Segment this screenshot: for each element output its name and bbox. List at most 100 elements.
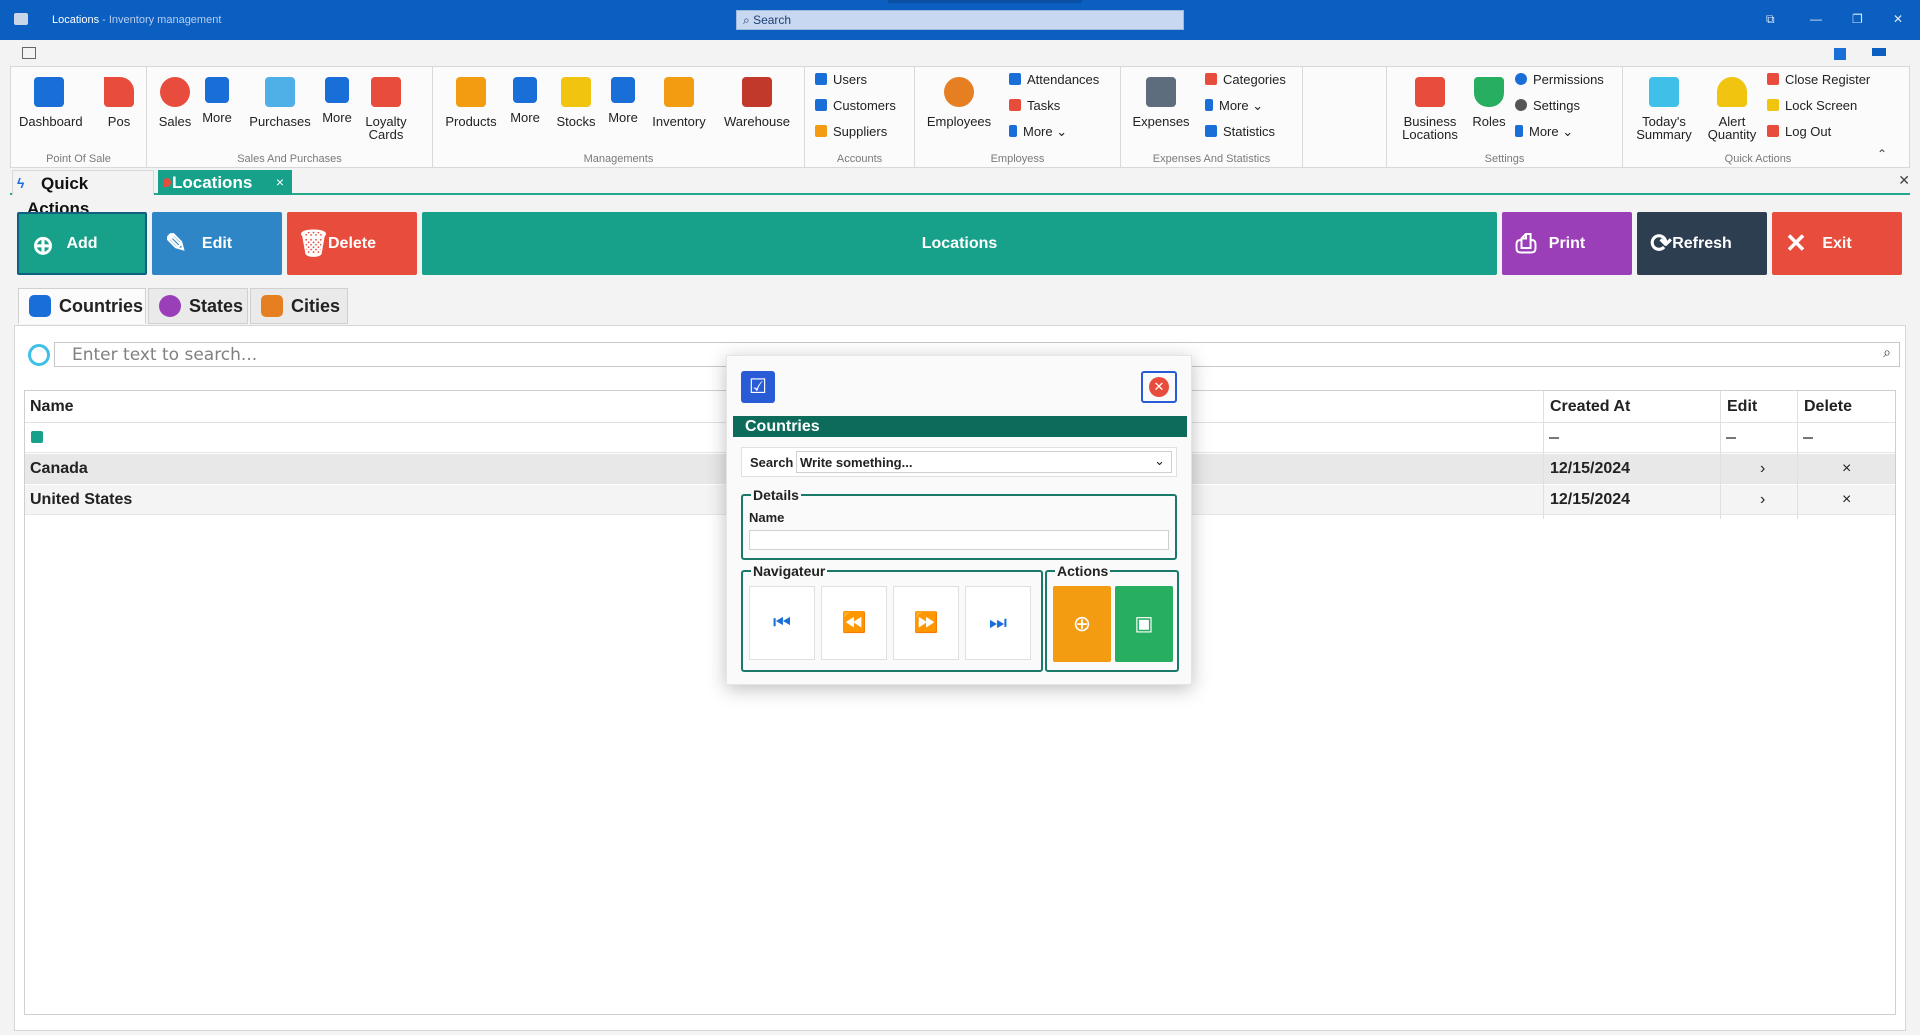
products-more-button[interactable]: More bbox=[507, 77, 543, 124]
permissions-button[interactable]: Permissions bbox=[1515, 71, 1604, 89]
purchases-button[interactable]: Purchases bbox=[245, 77, 315, 128]
close-tab-icon[interactable]: × bbox=[276, 170, 284, 195]
business-locations-button[interactable]: Business Locations bbox=[1393, 77, 1467, 141]
employees-button[interactable]: Employees bbox=[923, 77, 995, 128]
expenses-icon bbox=[1146, 77, 1176, 107]
column-divider bbox=[1720, 391, 1721, 519]
last-record-button[interactable]: ⏭ bbox=[965, 586, 1031, 660]
checkbox-icon[interactable]: ☑ bbox=[741, 371, 775, 403]
statistics-button[interactable]: Statistics bbox=[1205, 123, 1275, 141]
lightning-icon: ϟ bbox=[17, 175, 25, 191]
filter-edit[interactable] bbox=[1726, 437, 1736, 439]
group-label: Settings bbox=[1484, 153, 1525, 165]
view-icon[interactable] bbox=[1834, 48, 1846, 60]
rewind-icon: ⏪ bbox=[841, 612, 867, 634]
close-register-button[interactable]: Close Register bbox=[1767, 71, 1870, 89]
tab-states[interactable]: States bbox=[148, 288, 248, 324]
employees-more-button[interactable]: More ⌄ bbox=[1009, 123, 1067, 141]
exit-button[interactable]: ✕ Exit bbox=[1772, 212, 1902, 275]
stocks-button[interactable]: Stocks bbox=[551, 77, 601, 128]
expenses-button[interactable]: Expenses bbox=[1129, 77, 1193, 128]
logout-icon bbox=[1767, 125, 1779, 137]
previous-record-button[interactable]: ⏪ bbox=[821, 586, 887, 660]
alert-quantity-button[interactable]: Alert Quantity bbox=[1703, 77, 1761, 141]
minimize-button[interactable]: — bbox=[1810, 12, 1822, 26]
panel-toggle-icon[interactable] bbox=[22, 47, 36, 59]
add-button[interactable]: ⊕ Add bbox=[17, 212, 147, 275]
sales-button[interactable]: Sales bbox=[155, 77, 195, 128]
row-delete-button[interactable]: × bbox=[1837, 485, 1851, 515]
printer-icon: ⎙ bbox=[1515, 228, 1537, 258]
close-window-button[interactable]: ✕ bbox=[1893, 12, 1903, 26]
tab-quick-actions[interactable]: ϟ Quick Actions bbox=[12, 170, 154, 218]
suppliers-button[interactable]: Suppliers bbox=[815, 123, 887, 141]
lock-screen-button[interactable]: Lock Screen bbox=[1767, 97, 1857, 115]
filter-icon[interactable] bbox=[31, 431, 43, 443]
chevron-down-icon[interactable]: ⌄ bbox=[1154, 453, 1165, 469]
first-record-button[interactable]: ⏮ bbox=[749, 586, 815, 660]
filter-delete[interactable] bbox=[1803, 437, 1813, 439]
purchases-icon bbox=[265, 77, 295, 107]
attendances-button[interactable]: Attendances bbox=[1009, 71, 1099, 89]
plus-circle-icon: ⊕ bbox=[1072, 611, 1092, 636]
refresh-button[interactable]: ⟳ Refresh bbox=[1637, 212, 1767, 275]
search-accent bbox=[888, 0, 1082, 3]
group-label: Quick Actions bbox=[1724, 153, 1792, 165]
column-header-name[interactable]: Name bbox=[25, 391, 74, 423]
more-icon bbox=[1009, 125, 1017, 137]
search-combobox[interactable]: Write something... ⌄ bbox=[796, 451, 1172, 473]
close-dialog-button[interactable]: ✕ bbox=[1141, 371, 1177, 403]
next-record-button[interactable]: ⏩ bbox=[893, 586, 959, 660]
column-header-edit[interactable]: Edit bbox=[1722, 391, 1757, 423]
filter-created-at[interactable] bbox=[1549, 437, 1559, 439]
loyalty-cards-button[interactable]: Loyalty Cards bbox=[361, 77, 411, 141]
roles-button[interactable]: Roles bbox=[1469, 77, 1509, 128]
tab-cities[interactable]: Cities bbox=[250, 288, 348, 324]
ribbon-group-quick-actions: Today's Summary Alert Quantity Close Reg… bbox=[1623, 67, 1893, 167]
cities-icon bbox=[261, 295, 283, 317]
more-icon bbox=[611, 77, 635, 103]
warehouse-button[interactable]: Warehouse bbox=[719, 77, 795, 128]
save-button[interactable]: ▣ bbox=[1115, 586, 1173, 662]
more-icon bbox=[325, 77, 349, 103]
row-delete-button[interactable]: × bbox=[1837, 454, 1851, 484]
purchases-more-button[interactable]: More bbox=[319, 77, 355, 124]
name-field[interactable] bbox=[749, 530, 1169, 550]
expenses-more-button[interactable]: More ⌄ bbox=[1205, 97, 1263, 115]
more-icon bbox=[1515, 125, 1523, 137]
tab-locations[interactable]: Locations × bbox=[158, 170, 292, 195]
inventory-button[interactable]: Inventory bbox=[647, 77, 711, 128]
delete-button[interactable]: 🗑 Delete bbox=[287, 212, 417, 275]
categories-button[interactable]: Categories bbox=[1205, 71, 1286, 89]
row-edit-button[interactable]: › bbox=[1755, 454, 1765, 484]
settings-button[interactable]: Settings bbox=[1515, 97, 1580, 115]
stocks-more-button[interactable]: More bbox=[605, 77, 641, 124]
log-out-button[interactable]: Log Out bbox=[1767, 123, 1831, 141]
tasks-button[interactable]: Tasks bbox=[1009, 97, 1060, 115]
restore-button[interactable]: ❐ bbox=[1852, 12, 1863, 26]
collapse-ribbon-icon[interactable]: ⌃ bbox=[1877, 147, 1887, 161]
users-button[interactable]: Users bbox=[815, 71, 867, 89]
new-record-button[interactable]: ⊕ bbox=[1053, 586, 1111, 662]
layout-icon[interactable]: ⧉ bbox=[1766, 12, 1775, 27]
settings-more-button[interactable]: More ⌄ bbox=[1515, 123, 1573, 141]
edit-button[interactable]: ✎ Edit bbox=[152, 212, 282, 275]
sales-more-button[interactable]: More bbox=[199, 77, 235, 124]
dashboard-button[interactable]: Dashboard bbox=[19, 77, 83, 128]
row-edit-button[interactable]: › bbox=[1755, 485, 1765, 515]
tab-countries[interactable]: Countries bbox=[18, 288, 146, 324]
dashboard-icon bbox=[34, 77, 64, 107]
products-button[interactable]: Products bbox=[441, 77, 501, 128]
customers-button[interactable]: Customers bbox=[815, 97, 896, 115]
print-button[interactable]: ⎙ Print bbox=[1502, 212, 1632, 275]
search-submit-icon[interactable]: ⌕ bbox=[1883, 345, 1891, 361]
column-header-delete[interactable]: Delete bbox=[1799, 391, 1852, 423]
column-divider bbox=[1543, 391, 1544, 519]
theme-icon[interactable] bbox=[1872, 48, 1886, 56]
close-all-tabs-icon[interactable]: ✕ bbox=[1898, 172, 1910, 189]
global-search-input[interactable]: ⌕ Search bbox=[736, 10, 1184, 30]
pos-button[interactable]: Pos bbox=[99, 77, 139, 128]
fast-forward-icon: ⏩ bbox=[913, 612, 939, 634]
todays-summary-button[interactable]: Today's Summary bbox=[1627, 77, 1701, 141]
column-header-created-at[interactable]: Created At bbox=[1545, 391, 1630, 423]
